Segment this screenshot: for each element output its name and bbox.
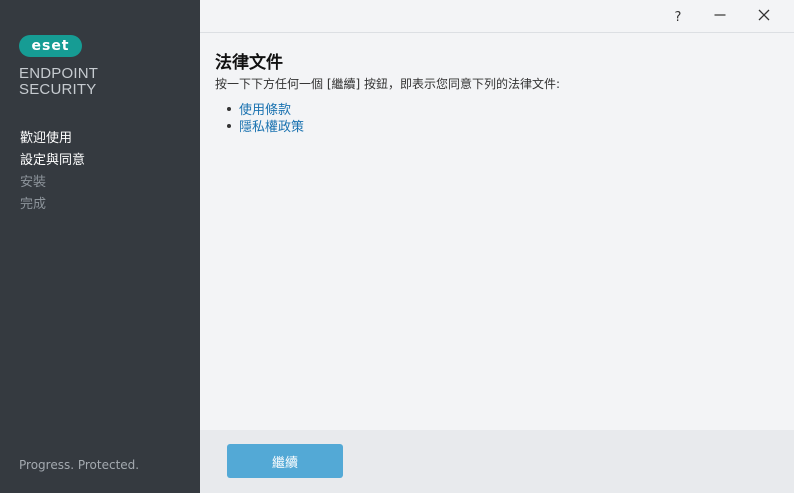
legal-documents-list: 使用條款 隱私權政策 (215, 102, 560, 136)
close-button[interactable] (750, 6, 778, 28)
help-icon: ? (674, 9, 682, 25)
minimize-button[interactable] (706, 6, 734, 28)
page-title: 法律文件 (215, 53, 283, 73)
product-name: ENDPOINT SECURITY (19, 66, 98, 98)
terms-of-use-link[interactable]: 使用條款 (239, 103, 291, 118)
step-welcome: 歡迎使用 (20, 131, 73, 146)
agreement-description: 按一下下方任何一個 [繼續] 按鈕，即表示您同意下列的法律文件: (215, 77, 561, 91)
logo-text: eset (31, 38, 70, 54)
footer: 繼續 (200, 430, 794, 493)
privacy-policy-link[interactable]: 隱私權政策 (239, 120, 304, 135)
sidebar: eset ENDPOINT SECURITY 歡迎使用 設定與同意 安裝 完成 … (0, 0, 200, 493)
bullet-icon (227, 107, 231, 111)
tagline: Progress. Protected. (19, 458, 140, 472)
title-bar: ? (200, 0, 794, 33)
continue-button[interactable]: 繼續 (227, 444, 343, 478)
step-finish: 完成 (20, 197, 47, 212)
main-content: 法律文件 按一下下方任何一個 [繼續] 按鈕，即表示您同意下列的法律文件: 使用… (215, 48, 560, 136)
install-steps: 歡迎使用 設定與同意 安裝 完成 (20, 128, 85, 216)
product-name-line1: ENDPOINT (19, 65, 99, 82)
bullet-icon (227, 124, 231, 128)
eset-logo: eset (19, 35, 82, 57)
list-item: 使用條款 (215, 102, 560, 119)
product-name-line2: SECURITY (19, 81, 97, 98)
help-button[interactable]: ? (664, 6, 692, 28)
close-icon (758, 9, 770, 25)
step-settings-agreement: 設定與同意 (20, 153, 86, 168)
list-item: 隱私權政策 (215, 119, 560, 136)
step-install: 安裝 (20, 175, 47, 190)
minimize-icon (714, 9, 726, 25)
